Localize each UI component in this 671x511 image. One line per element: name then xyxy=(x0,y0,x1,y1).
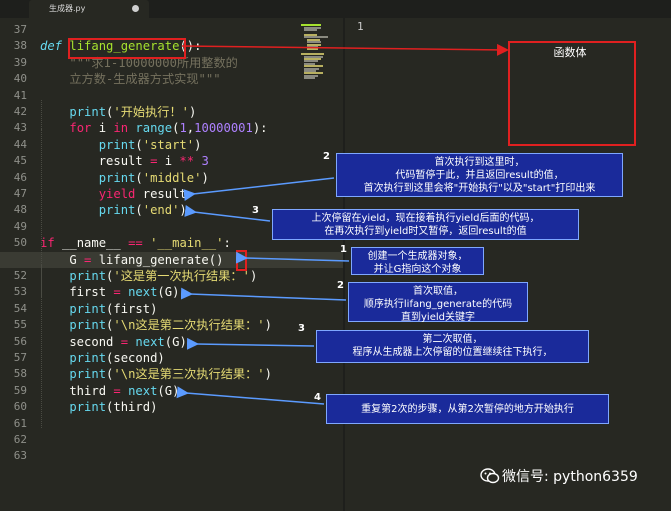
arrow-create-generator xyxy=(235,251,350,264)
wechat-icon xyxy=(480,468,500,484)
arrow-first-next xyxy=(180,287,347,301)
function-name-arrow xyxy=(181,43,509,56)
arrow-third-next xyxy=(176,386,325,405)
watermark-text: 微信号: python6359 xyxy=(502,469,638,485)
arrow-yield-result xyxy=(183,177,335,201)
arrow-print-end xyxy=(184,204,271,222)
annotation-arrows xyxy=(176,43,509,405)
arrow-second-next xyxy=(186,337,315,350)
